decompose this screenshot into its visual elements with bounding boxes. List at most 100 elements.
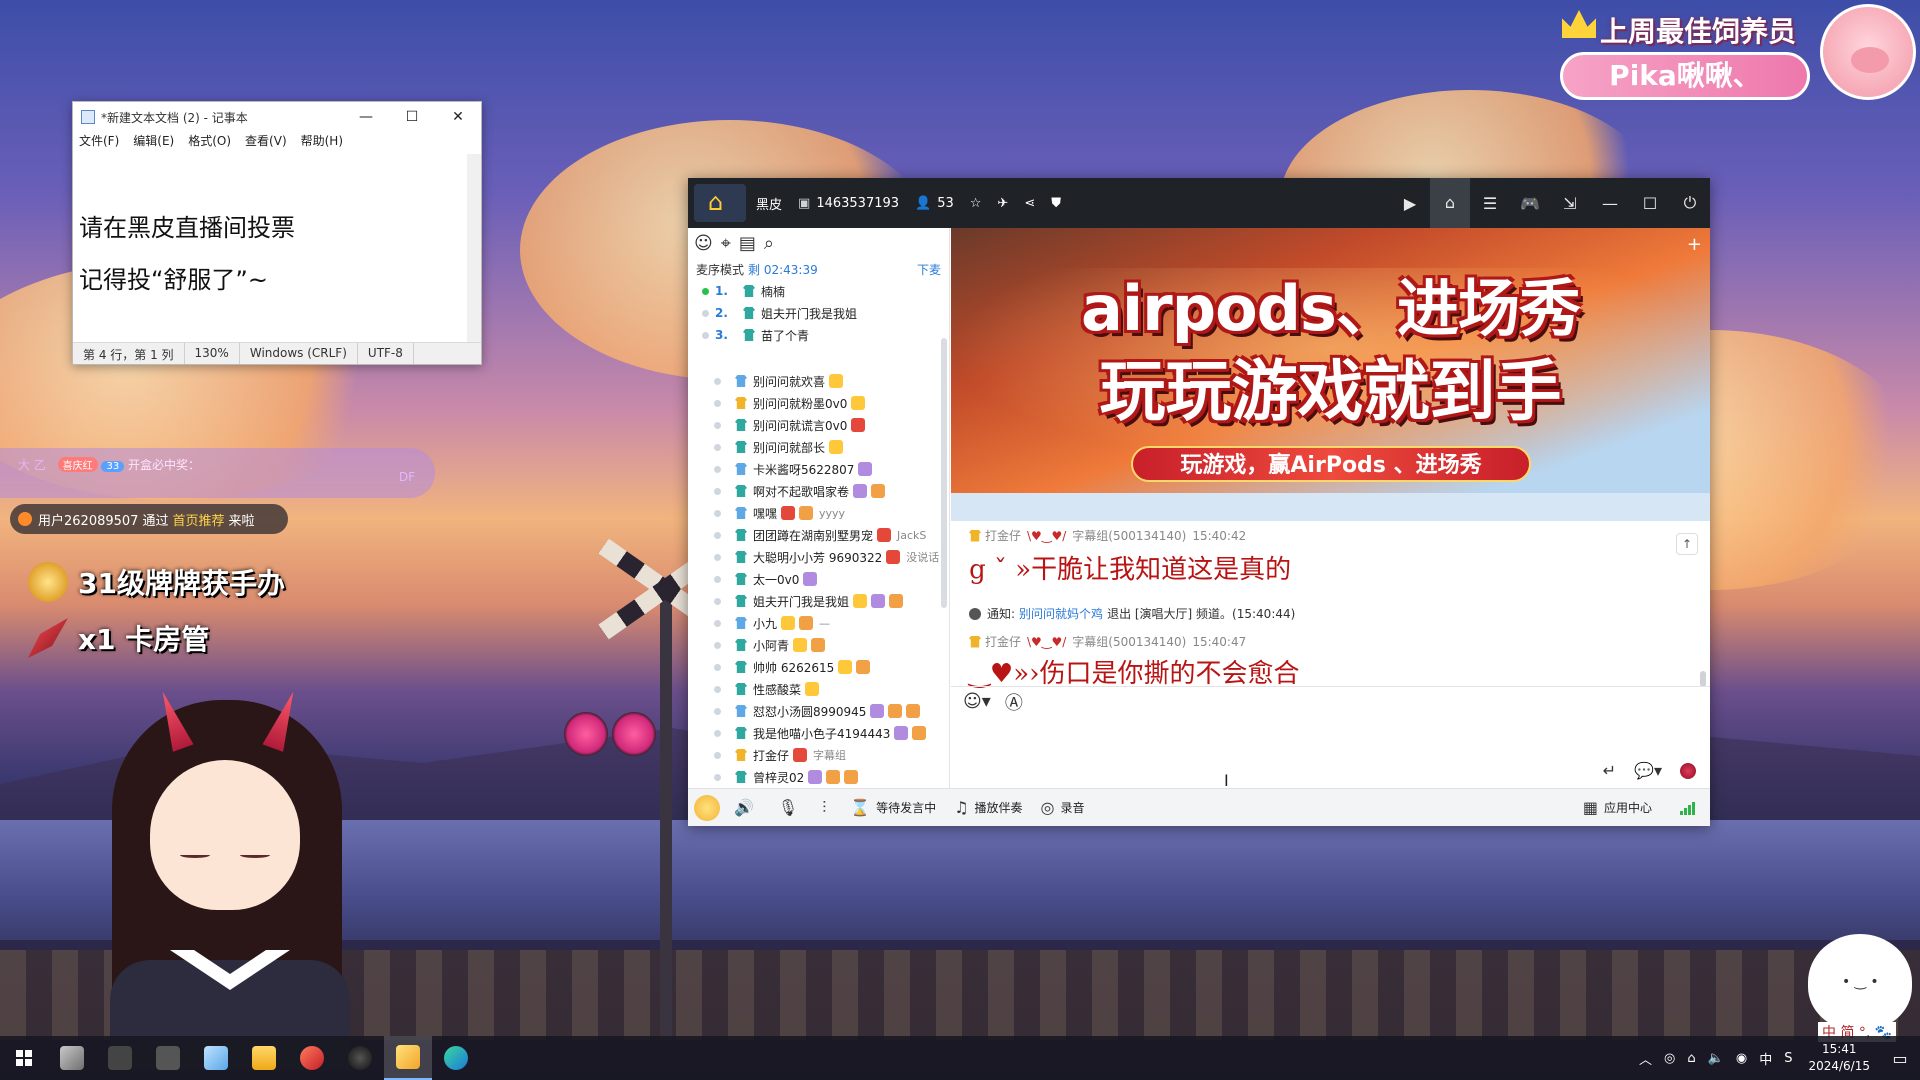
rose-gift-icon[interactable] bbox=[1680, 762, 1696, 779]
user-list-item[interactable]: 打金仔 字幕组 bbox=[688, 744, 950, 766]
taskbar-app-notepad[interactable] bbox=[192, 1036, 240, 1080]
chat-log[interactable]: 打金仔 \♥‿♥/ 字幕组(500134140) 15:40:42 ց ˇ »干… bbox=[951, 521, 1710, 689]
user-list-item[interactable]: 小阿青 bbox=[688, 634, 950, 656]
tray-expand-icon[interactable]: ︿ bbox=[1639, 1049, 1652, 1068]
menu-view[interactable]: 查看(V) bbox=[245, 132, 287, 152]
start-button[interactable] bbox=[0, 1036, 48, 1080]
user-list-item[interactable]: 别问问就谎言0v0 bbox=[688, 414, 950, 436]
menu-format[interactable]: 格式(O) bbox=[188, 132, 231, 152]
mic-queue-item[interactable]: 1. 楠楠 bbox=[688, 280, 949, 302]
event-banner[interactable]: airpods、进场秀 玩玩游戏就到手 玩游戏，赢AirPods 、进场秀 + bbox=[951, 228, 1710, 493]
network-icon[interactable]: ⌂ bbox=[1687, 1051, 1695, 1066]
user-list-item[interactable]: 别问问就粉墨0v0 bbox=[688, 392, 950, 414]
user-list-item[interactable]: 姐夫开门我是我姐 bbox=[688, 590, 950, 612]
video-icon[interactable]: ▶ bbox=[1390, 194, 1430, 213]
notice-user[interactable]: 别问问就妈个鸡 bbox=[1019, 605, 1103, 622]
notepad-scrollbar[interactable] bbox=[467, 154, 481, 342]
taskbar-app-edge[interactable] bbox=[432, 1036, 480, 1080]
user-list-item[interactable]: 帅帅 6262615 bbox=[688, 656, 950, 678]
menu-edit[interactable]: 编辑(E) bbox=[133, 132, 174, 152]
role-icon bbox=[735, 507, 747, 519]
power-icon[interactable]: ⏻ bbox=[1670, 193, 1710, 213]
send-icon[interactable]: ✈ bbox=[997, 196, 1008, 211]
plus-icon[interactable]: + bbox=[1687, 234, 1702, 255]
equalizer-icon[interactable]: ⫶ bbox=[822, 798, 832, 818]
notes-icon[interactable]: ▤ bbox=[739, 233, 756, 254]
user-list-item[interactable]: 啊对不起歌唱家卷 bbox=[688, 480, 950, 502]
app-titlebar[interactable]: 黑皮 ▣ 1463537193 👤 53 ☆ ✈ ⋖ ⛊ ▶ ⌂ ☰ 🎮 ⇲ — ☐… bbox=[688, 178, 1710, 228]
accompany-button[interactable]: ♫ 播放伴奏 bbox=[954, 798, 1022, 817]
app-center-button[interactable]: ▦ 应用中心 bbox=[1583, 798, 1652, 817]
maximize-button[interactable]: ☐ bbox=[1630, 194, 1670, 213]
person-icon[interactable]: ☺ bbox=[694, 233, 713, 254]
notepad-window[interactable]: *新建文本文档 (2) - 记事本 — ☐ ✕ 文件(F) 编辑(E) 格式(O… bbox=[72, 101, 482, 365]
favorite-icon[interactable]: ☆ bbox=[970, 196, 982, 211]
notification-icon[interactable]: ▭ bbox=[1880, 1049, 1920, 1068]
message-user[interactable]: 打金仔 bbox=[985, 527, 1021, 544]
chat-bubble-icon[interactable]: 💬▾ bbox=[1634, 761, 1662, 780]
taskbar-app-generic[interactable] bbox=[144, 1036, 192, 1080]
shield-icon[interactable]: ⛊ bbox=[1051, 196, 1061, 211]
user-list-item[interactable]: 太一0v0 bbox=[688, 568, 950, 590]
user-list-item[interactable]: 小九 — bbox=[688, 612, 950, 634]
emoji-icon[interactable]: ☺▾ bbox=[963, 691, 991, 712]
user-list-item[interactable]: 嘿嘿 yyyy bbox=[688, 502, 950, 524]
user-list[interactable]: 别问问就欢喜 别问问就粉墨0v0 别问问就谎言0v0 别问问就部长 卡米酱呀562280… bbox=[688, 370, 950, 807]
minimize-button[interactable]: — bbox=[343, 109, 389, 125]
my-avatar[interactable] bbox=[694, 794, 720, 821]
message-input[interactable]: ↵ 💬▾ bbox=[951, 716, 1710, 788]
user-list-item[interactable]: 别问问就部长 bbox=[688, 436, 950, 458]
notepad-text-area[interactable]: 请在黑皮直播间投票 记得投“舒服了”~ bbox=[73, 154, 467, 342]
scroll-top-button[interactable]: ↑ bbox=[1676, 533, 1698, 555]
clock[interactable]: 15:41 2024/6/15 bbox=[1808, 1041, 1870, 1075]
banner-cta[interactable]: 玩游戏，赢AirPods 、进场秀 bbox=[1131, 446, 1531, 482]
mic-queue-item[interactable]: 3. 苗了个青 bbox=[688, 324, 949, 346]
user-extra: 字幕组 bbox=[813, 749, 847, 762]
minimize-button[interactable]: — bbox=[1590, 194, 1630, 213]
share-icon[interactable]: ⋖ bbox=[1024, 196, 1035, 211]
font-style-icon[interactable]: Ⓐ bbox=[1005, 689, 1023, 715]
leave-mic-link[interactable]: 下麦 bbox=[917, 261, 941, 278]
taskbar-app-voice[interactable] bbox=[384, 1036, 432, 1080]
user-list-item[interactable]: 卡米酱呀5622807 bbox=[688, 458, 950, 480]
menu-help[interactable]: 帮助(H) bbox=[301, 132, 343, 152]
location-icon[interactable]: ⌖ bbox=[721, 233, 731, 254]
collapse-icon[interactable]: ⇲ bbox=[1550, 194, 1590, 213]
menu-file[interactable]: 文件(F) bbox=[79, 132, 119, 152]
volume-icon[interactable]: 🔈 bbox=[1708, 1051, 1724, 1066]
home-icon[interactable]: ⌂ bbox=[1430, 178, 1470, 228]
taskbar-app-obs[interactable] bbox=[336, 1036, 384, 1080]
user-list-scrollbar[interactable] bbox=[941, 338, 947, 608]
enter-icon[interactable]: ↵ bbox=[1603, 761, 1616, 780]
close-button[interactable]: ✕ bbox=[435, 109, 481, 125]
maximize-button[interactable]: ☐ bbox=[389, 109, 435, 125]
ime-indicator[interactable]: 中 bbox=[1759, 1049, 1772, 1068]
channel-home-icon[interactable] bbox=[694, 184, 746, 222]
user-list-item[interactable]: 团团蹲在湖南别墅男宠 JackS bbox=[688, 524, 950, 546]
message-user[interactable]: 打金仔 bbox=[985, 633, 1021, 650]
user-list-item[interactable]: 性感酸菜 bbox=[688, 678, 950, 700]
taskbar-app-generic[interactable] bbox=[96, 1036, 144, 1080]
taskbar-app-rocket[interactable] bbox=[288, 1036, 336, 1080]
record-button[interactable]: ◎ 录音 bbox=[1041, 798, 1085, 817]
tray-app-icon[interactable]: ◉ bbox=[1736, 1051, 1747, 1066]
tray-app-icon[interactable]: S bbox=[1784, 1051, 1792, 1066]
user-list-item[interactable]: 曾梓灵02 bbox=[688, 766, 950, 788]
user-list-item[interactable]: 我是他喵小色子4194443 bbox=[688, 722, 950, 744]
chat-scrollbar[interactable] bbox=[1700, 671, 1706, 687]
gamepad-icon[interactable]: 🎮 bbox=[1510, 194, 1550, 213]
waiting-button[interactable]: ⌛ 等待发言中 bbox=[850, 798, 936, 817]
taskbar-app-explorer[interactable] bbox=[240, 1036, 288, 1080]
tray-app-icon[interactable]: ◎ bbox=[1664, 1051, 1675, 1066]
voice-chat-window[interactable]: 黑皮 ▣ 1463537193 👤 53 ☆ ✈ ⋖ ⛊ ▶ ⌂ ☰ 🎮 ⇲ — ☐… bbox=[688, 178, 1710, 826]
taskbar-app-dev[interactable] bbox=[48, 1036, 96, 1080]
mic-queue-item[interactable]: 2. 姐夫开门我是我姐 bbox=[688, 302, 949, 324]
speaker-icon[interactable]: 🔊 bbox=[734, 798, 760, 817]
search-icon[interactable]: ⌕ bbox=[764, 233, 774, 254]
list-icon[interactable]: ☰ bbox=[1470, 194, 1510, 213]
user-list-item[interactable]: 别问问就欢喜 bbox=[688, 370, 950, 392]
mic-icon[interactable]: 🎙 bbox=[778, 798, 804, 817]
notepad-titlebar[interactable]: *新建文本文档 (2) - 记事本 — ☐ ✕ bbox=[73, 102, 481, 132]
user-list-item[interactable]: 大聪明小小芳 9690322 没说话 bbox=[688, 546, 950, 568]
user-list-item[interactable]: 怼怼小汤圆8990945 bbox=[688, 700, 950, 722]
